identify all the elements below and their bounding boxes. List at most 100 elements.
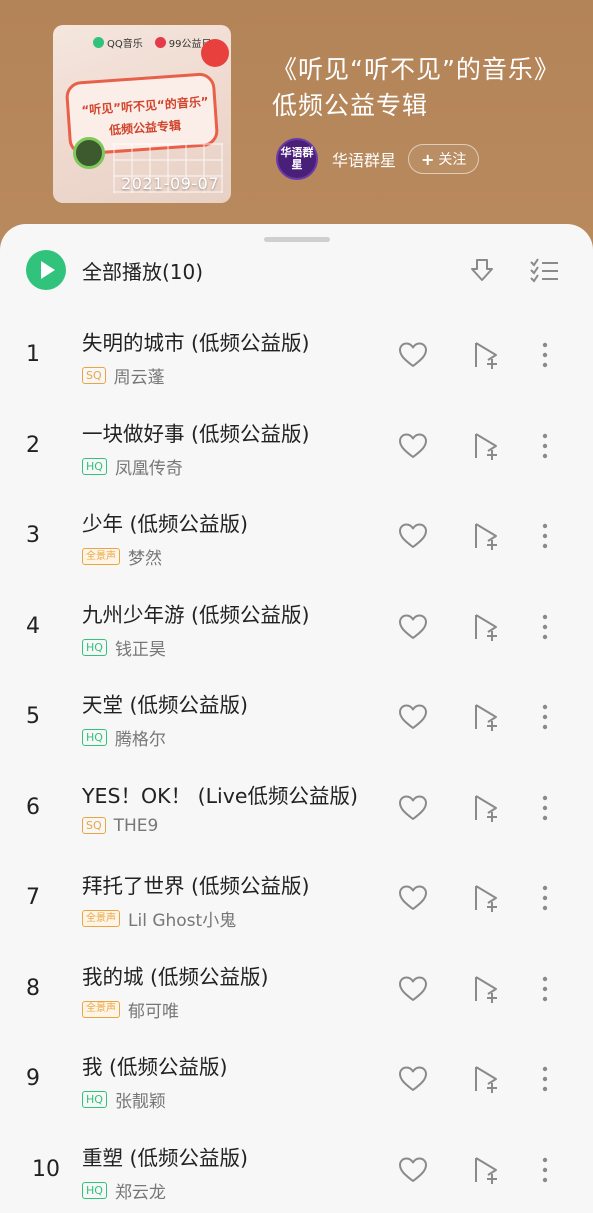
song-artist[interactable]: 腾格尔 (115, 725, 166, 750)
heart-icon[interactable] (396, 1153, 430, 1187)
song-artist[interactable]: 凤凰传奇 (115, 454, 183, 479)
song-title: 我 (低频公益版) (82, 1055, 228, 1079)
more-options-icon[interactable] (528, 338, 562, 372)
add-to-playlist-icon[interactable] (470, 610, 504, 644)
follow-label: 关注 (438, 152, 467, 168)
song-artist[interactable]: 梦然 (128, 544, 162, 569)
plus-icon: + (421, 149, 435, 169)
song-index: 7 (26, 885, 40, 910)
song-row[interactable]: 7 拜托了世界 (低频公益版) 全景声 Lil Ghost小鬼 (0, 855, 593, 946)
add-to-playlist-icon[interactable] (470, 1153, 504, 1187)
quality-badge: HQ (82, 729, 107, 746)
heart-icon[interactable] (396, 610, 430, 644)
song-list: 1 失明的城市 (低频公益版) SQ 周云蓬 2 一块做好事 (低频公益版) H… (0, 312, 593, 1213)
quality-badge: HQ (82, 457, 107, 475)
song-title: 重塑 (低频公益版) (82, 1145, 249, 1170)
play-all-row: 全部播放(10) (26, 250, 566, 290)
song-meta: 全景声 郁可唯 (82, 997, 179, 1022)
cover-brand-text: QQ音乐 (107, 38, 143, 50)
heart-icon[interactable] (396, 519, 430, 553)
song-index: 5 (26, 704, 40, 729)
song-row[interactable]: 2 一块做好事 (低频公益版) HQ 凤凰传奇 (0, 403, 593, 494)
song-row[interactable]: 3 少年 (低频公益版) 全景声 梦然 (0, 493, 593, 584)
artist-name[interactable]: 华语群星 (332, 147, 396, 171)
song-index: 9 (26, 1066, 40, 1091)
song-meta: 全景声 梦然 (82, 544, 162, 569)
release-date: 2021-09-07 (121, 174, 219, 193)
follow-button[interactable]: + 关注 (408, 144, 480, 174)
album-header: QQ音乐 99公益日 “听见”听不见“的音乐” 低频公益专辑 2021-09-0… (0, 0, 593, 260)
add-to-playlist-icon[interactable] (470, 881, 504, 915)
song-title: 拜托了世界 (低频公益版) (82, 874, 310, 898)
more-options-icon[interactable] (528, 972, 562, 1006)
song-artist[interactable]: Lil Ghost小鬼 (128, 906, 236, 931)
song-meta: HQ 凤凰传奇 (82, 454, 183, 479)
heart-icon[interactable] (396, 972, 430, 1006)
more-options-icon[interactable] (528, 700, 562, 734)
song-title: 天堂 (低频公益版) (82, 693, 249, 717)
song-row[interactable]: 8 我的城 (低频公益版) 全景声 郁可唯 (0, 946, 593, 1037)
song-artist[interactable]: 周云蓬 (114, 363, 165, 388)
add-to-playlist-icon[interactable] (470, 519, 504, 553)
cover-red-mascot (201, 39, 229, 67)
more-options-icon[interactable] (528, 429, 562, 463)
song-artist[interactable]: 郑云龙 (115, 1178, 166, 1203)
heart-icon[interactable] (396, 1062, 430, 1096)
song-row[interactable]: 10 重塑 (低频公益版) HQ 郑云龙 (0, 1127, 593, 1213)
song-row[interactable]: 1 失明的城市 (低频公益版) SQ 周云蓬 (0, 312, 593, 403)
more-options-icon[interactable] (528, 519, 562, 553)
song-row[interactable]: 9 我 (低频公益版) HQ 张靓颖 (0, 1036, 593, 1127)
song-index: 4 (26, 613, 40, 639)
add-to-playlist-icon[interactable] (470, 972, 504, 1006)
song-index: 6 (26, 794, 40, 820)
add-to-playlist-icon[interactable] (470, 700, 504, 734)
more-options-icon[interactable] (528, 791, 562, 825)
song-artist[interactable]: 钱正昊 (115, 635, 166, 660)
song-meta: HQ 张靓颖 (82, 1087, 166, 1112)
download-icon[interactable] (466, 254, 498, 286)
quality-badge: HQ (82, 638, 107, 656)
more-options-icon[interactable] (528, 1153, 562, 1187)
add-to-playlist-icon[interactable] (470, 338, 504, 372)
play-all-label[interactable]: 全部播放(10) (82, 256, 203, 285)
song-title: 少年 (低频公益版) (82, 512, 249, 536)
add-to-playlist-icon[interactable] (470, 791, 504, 825)
artist-avatar-text: 华语群星 (280, 146, 314, 171)
quality-badge: 全景声 (82, 548, 120, 565)
song-index: 8 (26, 975, 40, 1001)
album-cover[interactable]: QQ音乐 99公益日 “听见”听不见“的音乐” 低频公益专辑 2021-09-0… (53, 25, 231, 203)
heart-icon[interactable] (396, 791, 430, 825)
more-options-icon[interactable] (528, 610, 562, 644)
song-meta: HQ 腾格尔 (82, 725, 166, 750)
song-artist[interactable]: 郁可唯 (128, 997, 179, 1022)
song-row[interactable]: 5 天堂 (低频公益版) HQ 腾格尔 (0, 674, 593, 765)
quality-badge: HQ (82, 1091, 107, 1108)
song-artist[interactable]: THE9 (114, 816, 159, 836)
album-title: 《听见“听不见”的音乐》低频公益专辑 (272, 55, 560, 120)
song-meta: SQ 周云蓬 (82, 363, 165, 388)
multi-select-icon[interactable] (528, 254, 560, 286)
add-to-playlist-icon[interactable] (470, 1062, 504, 1096)
song-title: 失明的城市 (低频公益版) (82, 331, 310, 355)
artist-avatar[interactable]: 华语群星 (276, 138, 318, 180)
song-list-sheet: 全部播放(10) 1 失明的城市 (低频公益版) SQ 周云蓬 2 一块做好事 … (0, 224, 593, 1213)
song-row[interactable]: 4 九州少年游 (低频公益版) HQ 钱正昊 (0, 584, 593, 675)
heart-icon[interactable] (396, 338, 430, 372)
add-to-playlist-icon[interactable] (470, 429, 504, 463)
song-index: 1 (26, 342, 40, 367)
quality-badge: HQ (82, 1181, 107, 1199)
charity-flower-icon (154, 36, 166, 48)
qq-music-logo-icon (93, 36, 104, 48)
heart-icon[interactable] (396, 881, 430, 915)
song-row[interactable]: 6 YES！OK！ (Live低频公益版) SQ THE9 (0, 765, 593, 856)
play-all-button[interactable] (26, 250, 66, 290)
heart-icon[interactable] (396, 429, 430, 463)
drag-handle[interactable] (264, 237, 330, 242)
more-options-icon[interactable] (528, 1062, 562, 1096)
more-options-icon[interactable] (528, 881, 562, 915)
song-index: 10 (32, 1156, 60, 1182)
song-artist[interactable]: 张靓颖 (115, 1087, 166, 1112)
song-meta: HQ 钱正昊 (82, 635, 166, 660)
quality-badge: 全景声 (82, 910, 120, 927)
heart-icon[interactable] (396, 700, 430, 734)
